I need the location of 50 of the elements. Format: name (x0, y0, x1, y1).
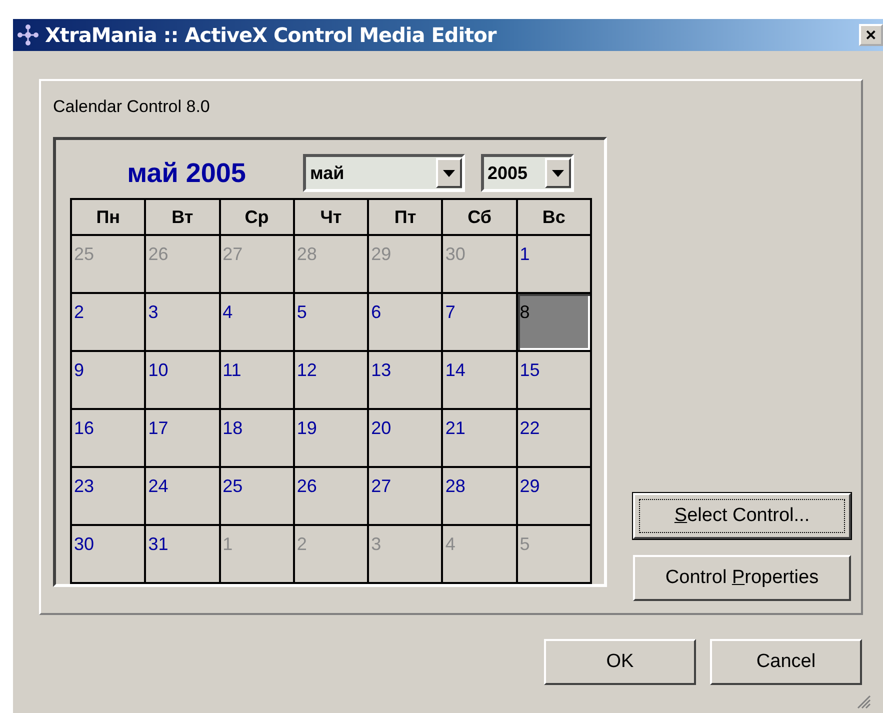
day-cell[interactable]: 19 (294, 410, 368, 466)
day-cell[interactable]: 23 (72, 468, 144, 524)
group-label: Calendar Control 8.0 (53, 97, 210, 117)
day-cell[interactable]: 15 (518, 352, 590, 408)
day-cell[interactable]: 2 (72, 294, 144, 350)
day-cell[interactable]: 7 (443, 294, 516, 350)
day-cell[interactable]: 16 (72, 410, 144, 466)
day-cell[interactable]: 29 (518, 468, 590, 524)
day-cell[interactable]: 4 (220, 294, 293, 350)
day-cell[interactable]: 14 (443, 352, 516, 408)
day-cell[interactable]: 24 (146, 468, 219, 524)
weekday-header: Пт (369, 200, 442, 234)
cancel-button[interactable]: Cancel (710, 639, 862, 685)
day-cell[interactable]: 1 (518, 236, 590, 292)
app-icon (17, 24, 39, 46)
weekday-header: Чт (294, 200, 368, 234)
year-dropdown[interactable]: 2005 (480, 154, 574, 192)
window-title: XtraMania :: ActiveX Control Media Editor (45, 23, 496, 47)
month-dropdown[interactable]: май (303, 154, 464, 192)
day-cell[interactable]: 30 (72, 526, 144, 582)
weekday-header: Вс (518, 200, 590, 234)
day-cell[interactable]: 12 (294, 352, 368, 408)
close-button[interactable]: ✕ (859, 24, 883, 46)
resize-grip-icon[interactable] (857, 695, 871, 709)
weekday-header: Ср (220, 200, 293, 234)
day-cell[interactable]: 10 (146, 352, 219, 408)
day-cell[interactable]: 17 (146, 410, 219, 466)
day-cell[interactable]: 31 (146, 526, 219, 582)
weekday-header: Вт (146, 200, 219, 234)
select-control-button[interactable]: Select Control... (633, 493, 851, 539)
day-cell[interactable]: 8 (518, 294, 590, 350)
weekday-header: Сб (443, 200, 516, 234)
control-properties-button[interactable]: Control Properties (633, 555, 851, 601)
day-cell[interactable]: 20 (369, 410, 442, 466)
day-cell[interactable]: 13 (369, 352, 442, 408)
day-cell[interactable]: 11 (220, 352, 293, 408)
day-cell[interactable]: 22 (518, 410, 590, 466)
day-cell[interactable]: 28 (443, 468, 516, 524)
day-cell[interactable]: 25 (220, 468, 293, 524)
day-cell[interactable]: 6 (369, 294, 442, 350)
ok-button[interactable]: OK (544, 639, 696, 685)
day-cell[interactable]: 21 (443, 410, 516, 466)
month-heading: май 2005 (126, 158, 247, 188)
weekday-header: Пн (72, 200, 144, 234)
day-cell[interactable]: 27 (369, 468, 442, 524)
day-cell[interactable]: 3 (146, 294, 219, 350)
day-cell[interactable]: 26 (294, 468, 368, 524)
day-cell[interactable]: 5 (294, 294, 368, 350)
day-cell[interactable]: 9 (72, 352, 144, 408)
day-cell[interactable]: 18 (220, 410, 293, 466)
